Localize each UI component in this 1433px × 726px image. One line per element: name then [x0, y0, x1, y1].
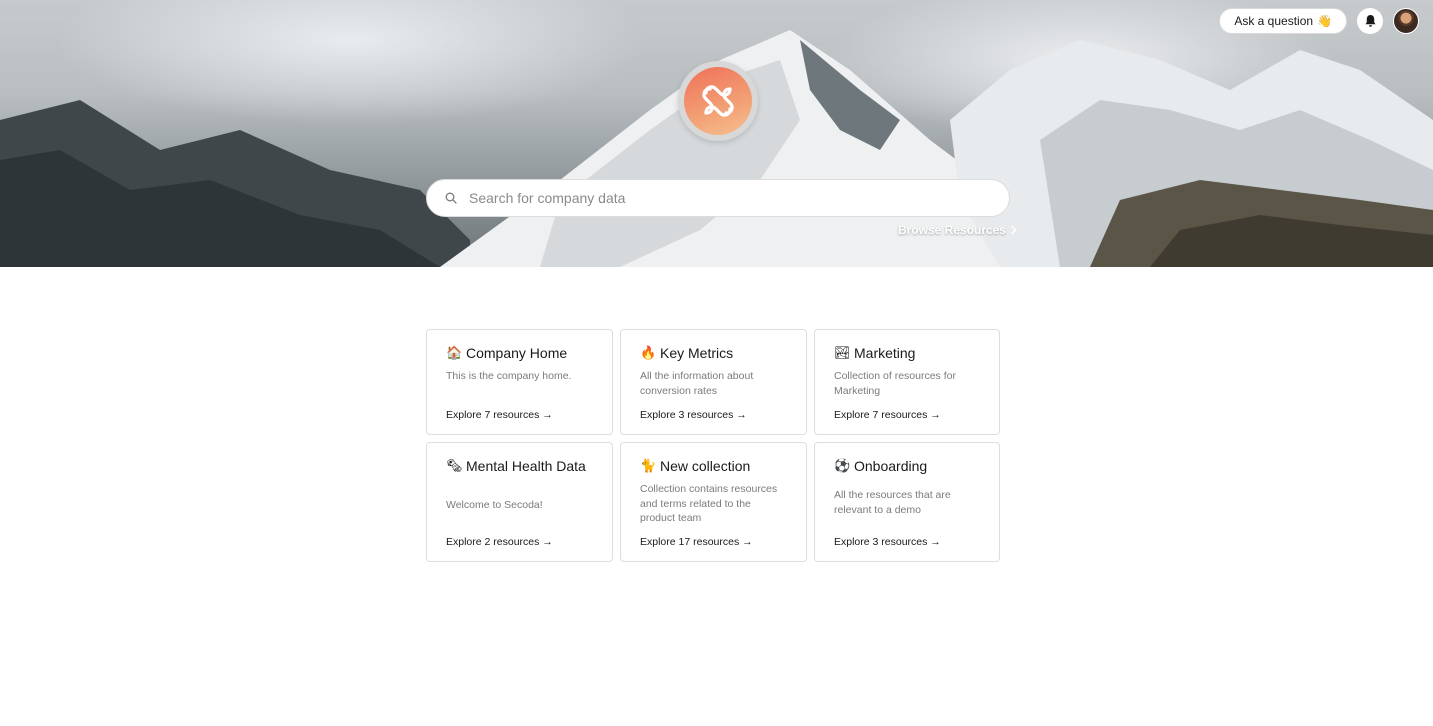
- ask-question-button[interactable]: Ask a question 👋: [1219, 8, 1347, 34]
- explore-resources-link[interactable]: Explore 17 resources →: [640, 536, 787, 548]
- collection-description: This is the company home.: [446, 370, 572, 382]
- collection-description: All the information about conversion rat…: [640, 370, 754, 397]
- ask-question-label: Ask a question: [1234, 14, 1314, 28]
- collection-description: Welcome to Secoda!: [446, 498, 543, 511]
- explore-resources-link[interactable]: Explore 3 resources →: [834, 536, 980, 548]
- explore-resources-link[interactable]: Explore 3 resources →: [640, 409, 787, 421]
- collection-title: Marketing: [854, 345, 916, 361]
- company-logo: [678, 61, 758, 141]
- collection-card-key-metrics[interactable]: 🔥 Key Metrics All the information about …: [620, 329, 807, 435]
- collection-card-mental-health-data[interactable]: 🗞 Mental Health Data Welcome to Secoda! …: [426, 442, 613, 562]
- collections-grid: 🏠 Company Home This is the company home.…: [426, 329, 1000, 562]
- newspaper-icon: 🗞: [446, 458, 463, 474]
- collection-title: Company Home: [466, 345, 568, 361]
- explore-resources-link[interactable]: Explore 2 resources →: [446, 536, 593, 548]
- explore-resources-link[interactable]: Explore 7 resources →: [446, 409, 593, 421]
- collection-card-onboarding[interactable]: ⚽ Onboarding All the resources that are …: [814, 442, 1000, 562]
- collection-card-company-home[interactable]: 🏠 Company Home This is the company home.…: [426, 329, 613, 435]
- landscape-icon: 🏞: [834, 345, 851, 361]
- secoda-logo-icon: [684, 67, 752, 135]
- hero-banner: Ask a question 👋 Search for company data…: [0, 0, 1433, 267]
- cat-icon: 🐈: [640, 458, 657, 474]
- browse-resources-link[interactable]: Browse Resources: [898, 223, 1018, 237]
- notifications-button[interactable]: [1357, 8, 1383, 34]
- collection-card-new-collection[interactable]: 🐈 New collection Collection contains res…: [620, 442, 807, 562]
- explore-resources-link[interactable]: Explore 7 resources →: [834, 409, 980, 421]
- collection-description: Collection contains resources and terms …: [640, 483, 778, 524]
- collection-title: Key Metrics: [660, 345, 734, 361]
- browse-resources-label: Browse Resources: [898, 223, 1007, 237]
- soccer-ball-icon: ⚽: [834, 458, 851, 474]
- waving-hand-icon: 👋: [1317, 14, 1332, 28]
- collection-title: New collection: [660, 458, 751, 474]
- user-avatar[interactable]: [1393, 8, 1419, 34]
- collection-description: Collection of resources for Marketing: [834, 370, 956, 397]
- fire-icon: 🔥: [640, 345, 657, 361]
- top-actions: Ask a question 👋: [1219, 8, 1419, 34]
- collection-title: Mental Health Data: [466, 458, 586, 474]
- search-input[interactable]: [467, 189, 991, 207]
- search-icon: [445, 192, 457, 204]
- collection-description: All the resources that are relevant to a…: [834, 489, 951, 516]
- collection-title: Onboarding: [854, 458, 928, 474]
- search-bar[interactable]: [426, 179, 1010, 217]
- house-icon: 🏠: [446, 345, 463, 361]
- chevron-right-icon: [1011, 225, 1017, 235]
- collection-card-marketing[interactable]: 🏞 Marketing Collection of resources for …: [814, 329, 1000, 435]
- bell-icon: [1365, 15, 1375, 27]
